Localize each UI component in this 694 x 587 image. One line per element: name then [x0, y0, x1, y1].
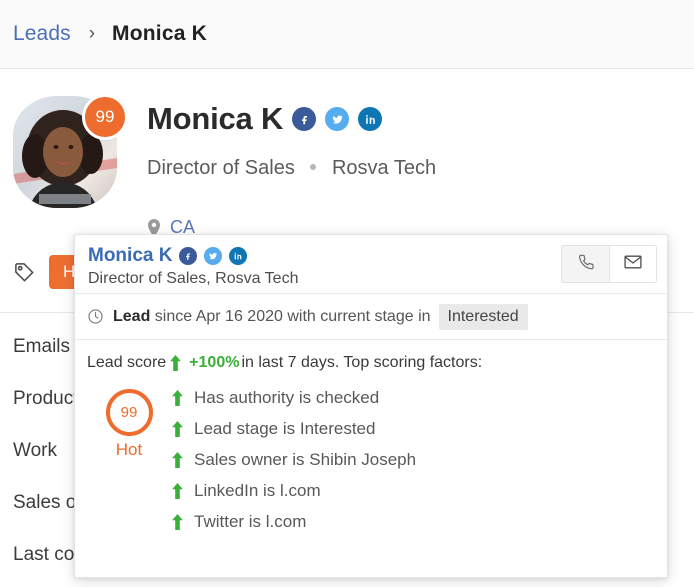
arrow-up-icon: [169, 355, 182, 371]
popup-score-section: Lead score +100% in last 7 days. Top sco…: [75, 340, 667, 537]
factor-text: Lead stage is Interested: [194, 418, 376, 438]
list-item: Has authority is checked: [171, 382, 667, 413]
scoring-factors: 99 Hot Has authority is checked Lead sta…: [87, 382, 667, 537]
lead-score-summary: Lead score +100% in last 7 days. Top sco…: [87, 354, 667, 372]
status-badge: Interested: [438, 303, 528, 330]
lead-score-change: +100%: [189, 354, 240, 371]
field-label-work: Work: [13, 440, 57, 461]
twitter-icon[interactable]: [204, 247, 223, 265]
profile-title: Director of Sales: [147, 157, 295, 179]
tag-icon: [13, 261, 36, 284]
call-button[interactable]: [561, 245, 609, 283]
breadcrumb-current: Monica K: [112, 22, 207, 45]
profile-name-row: Monica K: [147, 101, 383, 137]
linkedin-icon[interactable]: [229, 247, 248, 265]
profile-subtitle: Director of Sales Rosva Tech: [147, 157, 436, 180]
arrow-up-icon: [171, 451, 184, 468]
twitter-icon[interactable]: [325, 107, 350, 131]
lead-score-badge: 99: [82, 94, 128, 140]
popup-stage-row: Lead since Apr 16 2020 with current stag…: [75, 294, 667, 340]
phone-icon: [576, 252, 595, 276]
arrow-up-icon: [171, 513, 184, 530]
arrow-up-icon: [171, 420, 184, 437]
list-item: Sales owner is Shibin Joseph: [171, 444, 667, 475]
popup-subtitle: Director of Sales, Rosva Tech: [88, 270, 299, 287]
score-ring-value: 99: [105, 389, 153, 436]
lead-score-prefix: Lead score: [87, 354, 167, 371]
lead-detail-page: Leads › Monica K 99 Monica K Director of…: [0, 0, 694, 587]
facebook-icon[interactable]: [179, 247, 198, 265]
breadcrumb: Leads › Monica K: [0, 0, 694, 69]
lead-preview-popup: Monica K Director of Sales, Rosva Tech L…: [74, 234, 668, 578]
score-ring-group: 99 Hot: [87, 382, 171, 537]
score-ring-label: Hot: [115, 440, 143, 459]
stage-description: since Apr 16 2020 with current stage in: [154, 307, 431, 325]
factor-text: LinkedIn is l.com: [194, 480, 321, 500]
linkedin-icon[interactable]: [358, 107, 383, 131]
factor-text: Twitter is l.com: [194, 511, 307, 531]
page-title: Monica K: [147, 101, 284, 136]
factor-text: Has authority is checked: [194, 387, 380, 407]
email-button[interactable]: [609, 245, 657, 283]
profile-company: Rosva Tech: [331, 157, 437, 179]
breadcrumb-link-leads[interactable]: Leads: [13, 22, 71, 46]
popup-lead-name[interactable]: Monica K: [88, 245, 172, 267]
arrow-up-icon: [171, 482, 184, 499]
scoring-factor-list: Has authority is checked Lead stage is I…: [171, 382, 667, 537]
list-item: LinkedIn is l.com: [171, 475, 667, 506]
field-label-product: Product: [13, 388, 79, 409]
popup-name-row: Monica K: [88, 245, 248, 267]
chevron-right-icon: ›: [88, 23, 96, 44]
clock-icon: [87, 308, 104, 325]
field-label-emails: Emails: [13, 336, 71, 357]
separator-dot: [310, 164, 317, 171]
list-item: Twitter is l.com: [171, 506, 667, 537]
popup-actions: [561, 245, 657, 283]
stage-text: Lead since Apr 16 2020 with current stag…: [113, 303, 528, 330]
popup-header: Monica K Director of Sales, Rosva Tech: [75, 235, 667, 294]
lead-score-suffix: in last 7 days. Top scoring factors:: [241, 354, 483, 371]
arrow-up-icon: [171, 389, 184, 406]
facebook-icon[interactable]: [292, 107, 317, 131]
avatar[interactable]: 99: [13, 94, 128, 208]
stage-record-type: Lead: [113, 307, 151, 325]
factor-text: Sales owner is Shibin Joseph: [194, 449, 417, 469]
list-item: Lead stage is Interested: [171, 413, 667, 444]
envelope-icon: [623, 252, 643, 277]
